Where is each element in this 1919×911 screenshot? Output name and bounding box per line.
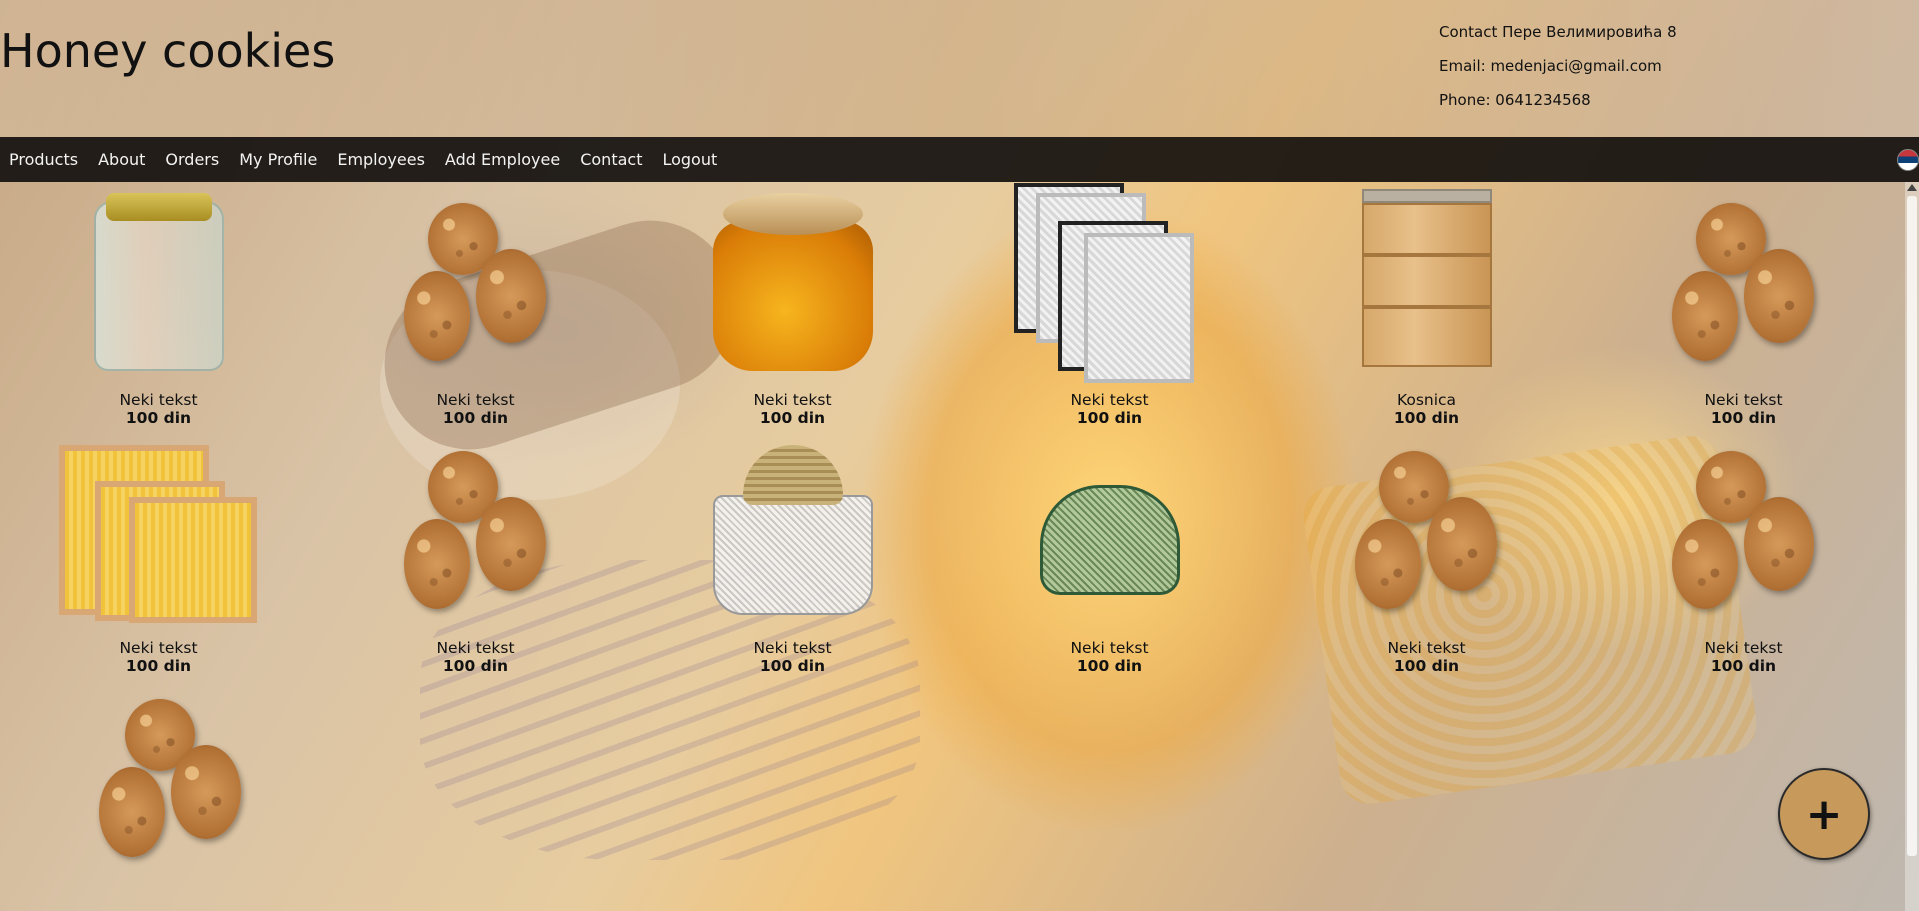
- product-price: 100 din: [1076, 657, 1143, 675]
- nav-logout[interactable]: Logout: [662, 150, 717, 169]
- product-price: 100 din: [1393, 409, 1460, 427]
- product-card[interactable]: Neki tekst 100 din: [317, 197, 634, 427]
- product-name: Neki tekst: [753, 391, 832, 409]
- honey-cookies-image: [1644, 445, 1844, 623]
- empty-glass-jar-image: [59, 193, 259, 375]
- plus-icon: +: [1805, 788, 1843, 840]
- honey-cookies-image: [1644, 197, 1844, 375]
- product-price: 100 din: [1710, 657, 1777, 675]
- add-product-button[interactable]: +: [1778, 768, 1870, 860]
- product-name: Neki tekst: [119, 639, 198, 657]
- product-name: Kosnica: [1396, 391, 1457, 409]
- product-card[interactable]: Neki tekst 100 din: [634, 193, 951, 427]
- product-card[interactable]: Neki tekst 100 din: [1268, 445, 1585, 675]
- honey-cookies-image: [376, 197, 576, 375]
- product-price: 100 din: [442, 657, 509, 675]
- product-card[interactable]: [0, 693, 317, 871]
- nav-add-employee[interactable]: Add Employee: [445, 150, 560, 169]
- product-card[interactable]: Neki tekst 100 din: [1585, 197, 1902, 427]
- product-price: 100 din: [759, 409, 826, 427]
- product-price: 100 din: [125, 657, 192, 675]
- site-header: Honey cookies Contact Пере Велимировића …: [0, 0, 1919, 137]
- nav-my-profile[interactable]: My Profile: [239, 150, 317, 169]
- beekeeper-veil-white-image: [693, 445, 893, 623]
- scrollbar-thumb[interactable]: [1907, 196, 1917, 856]
- scroll-up-icon[interactable]: [1907, 184, 1917, 191]
- product-name: Neki tekst: [753, 639, 832, 657]
- contact-info: Contact Пере Велимировића 8 Email: meden…: [1439, 15, 1677, 117]
- product-name: Neki tekst: [1704, 639, 1783, 657]
- product-card[interactable]: Neki tekst 100 din: [317, 445, 634, 675]
- serbian-flag-icon[interactable]: [1897, 149, 1919, 171]
- product-name: Neki tekst: [436, 639, 515, 657]
- product-name: Neki tekst: [436, 391, 515, 409]
- product-card[interactable]: Neki tekst 100 din: [1585, 445, 1902, 675]
- nav-employees[interactable]: Employees: [337, 150, 425, 169]
- contact-email: Email: medenjaci@gmail.com: [1439, 57, 1662, 75]
- product-name: Neki tekst: [1070, 391, 1149, 409]
- nav-about[interactable]: About: [98, 150, 145, 169]
- contact-phone: Phone: 0641234568: [1439, 91, 1591, 109]
- product-card[interactable]: Neki tekst 100 din: [951, 183, 1268, 427]
- honey-jar-image: [693, 193, 893, 375]
- honey-cookies-image: [1327, 445, 1527, 623]
- nav-products[interactable]: Products: [9, 150, 78, 169]
- product-card[interactable]: Neki tekst 100 din: [0, 445, 317, 675]
- product-price: 100 din: [1710, 409, 1777, 427]
- honey-cookies-image: [59, 693, 259, 871]
- beekeeper-veil-green-image: [1010, 445, 1210, 623]
- product-card[interactable]: Neki tekst 100 din: [634, 445, 951, 675]
- hive-frames-dark-image: [1010, 183, 1210, 383]
- product-price: 100 din: [442, 409, 509, 427]
- product-card[interactable]: Neki tekst 100 din: [951, 445, 1268, 675]
- site-title: Honey cookies: [0, 24, 336, 78]
- beehive-image: [1327, 189, 1527, 375]
- product-name: Neki tekst: [1070, 639, 1149, 657]
- product-price: 100 din: [1076, 409, 1143, 427]
- nav-contact[interactable]: Contact: [580, 150, 642, 169]
- hive-frames-yellow-image: [58, 445, 259, 623]
- product-name: Neki tekst: [1704, 391, 1783, 409]
- product-name: Neki tekst: [119, 391, 198, 409]
- product-price: 100 din: [1393, 657, 1460, 675]
- product-name: Neki tekst: [1387, 639, 1466, 657]
- page-scrollbar[interactable]: [1905, 182, 1919, 911]
- product-card[interactable]: Neki tekst 100 din: [0, 193, 317, 427]
- nav-orders[interactable]: Orders: [165, 150, 219, 169]
- product-price: 100 din: [125, 409, 192, 427]
- product-card[interactable]: Kosnica 100 din: [1268, 189, 1585, 427]
- main-navbar: Products About Orders My Profile Employe…: [0, 137, 1919, 182]
- product-grid: Neki tekst 100 din Neki tekst 100 din Ne…: [0, 183, 1905, 871]
- product-price: 100 din: [759, 657, 826, 675]
- honey-cookies-image: [376, 445, 576, 623]
- contact-address: Contact Пере Велимировића 8: [1439, 23, 1677, 41]
